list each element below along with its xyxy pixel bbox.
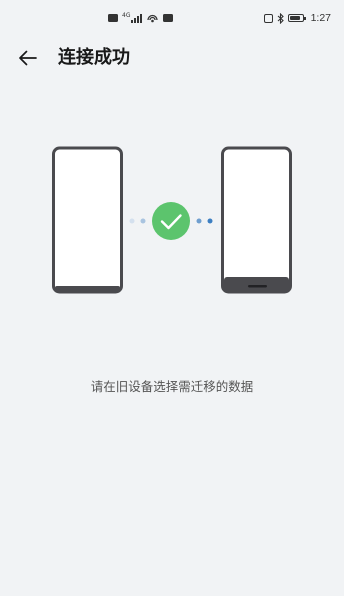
status-bar: 4G 1:27 [0,0,344,38]
signal-icon: 4G [122,12,143,23]
title-bar: 连接成功 [0,38,344,78]
old-phone-icon [52,146,123,294]
back-button[interactable] [14,44,42,72]
page-title: 连接成功 [58,47,130,68]
back-arrow-icon [19,50,37,66]
notification-icon [163,14,174,22]
left-connection-dots [129,218,146,224]
status-icons-right: 1:27 [263,10,331,26]
status-icons-center: 4G [108,11,174,25]
status-time: 1:27 [310,12,331,24]
nfc-icon [263,13,273,23]
connection-illustration [52,146,292,294]
bluetooth-icon [277,12,284,24]
new-phone-icon [221,146,292,294]
hd-icon [108,14,118,22]
network-type: 4G [122,12,131,19]
hotspot-icon [147,14,159,22]
battery-icon [287,14,306,22]
right-connection-dots [196,218,213,224]
instruction-text: 请在旧设备选择需迁移的数据 [90,379,254,394]
check-circle-icon [152,202,190,240]
